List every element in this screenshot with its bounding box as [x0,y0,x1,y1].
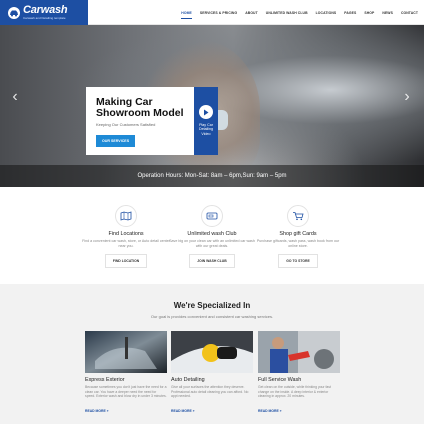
nav-unlimited-wash-club[interactable]: UNLIMITED WASH CLUB [266,8,308,18]
nav-home[interactable]: HOME [181,8,192,19]
operation-hours: Operation Hours: Mon-Sat: 8am – 6pm,Sun:… [137,173,287,179]
header: Carwash Carwash and Detailing template H… [0,0,424,25]
chevron-right-icon[interactable]: › [402,87,412,107]
nav-contact[interactable]: CONTACT [401,8,418,18]
service-desc: Because sometimes you don't just have th… [85,385,167,399]
hero-subtitle: Keeping Our Customers Satisfied [96,122,156,128]
service-image[interactable] [85,331,167,373]
nav-locations[interactable]: LOCATIONS [316,8,337,18]
service-image[interactable] [171,331,253,373]
chevron-left-icon[interactable]: ‹ [10,87,20,107]
operation-hours-bar: Operation Hours: Mon-Sat: 8am – 6pm,Sun:… [0,165,424,187]
service-desc: Get clean on the outside, while thinking… [258,385,331,399]
nav-pages[interactable]: PAGES [344,8,356,18]
join-wash-club-button[interactable]: JOIN WASH CLUB [189,253,235,268]
play-video-panel[interactable]: Play Car Detailing Video [194,87,218,155]
wash-card-icon [201,205,223,227]
cart-icon [287,205,309,227]
section-title: We're Specialized In [173,301,251,310]
brand-name: Carwash [23,4,68,16]
hero-title: Making Car Showroom Model [96,96,184,120]
find-location-button[interactable]: FIND LOCATION [104,253,148,268]
service-title: Full Service Wash [258,377,302,383]
nav-about[interactable]: ABOUT [245,8,258,18]
section-subtitle: Our goal is provides convenient and cons… [150,314,274,319]
read-more-link[interactable]: READ MORE » [85,409,109,413]
brand-tagline: Carwash and Detailing template [23,16,66,20]
nav-services-pricing[interactable]: SERVICES & PRICING [200,8,237,18]
logo[interactable]: Carwash Carwash and Detailing template [0,0,88,25]
service-image[interactable] [258,331,340,373]
nav-news[interactable]: NEWS [382,8,393,18]
feature-title: Shop gift Cards [279,231,317,237]
go-to-store-button[interactable]: GO TO STORE [278,253,318,268]
features-section: Find Locations Find a convenient car was… [0,187,424,284]
service-title: Auto Detailing [171,377,205,383]
play-icon[interactable] [199,105,213,119]
car-logo-icon [8,6,20,19]
service-title: Express Exterior [85,377,125,383]
map-icon [115,205,137,227]
feature-desc: Purchase giftcards, wash pass, wash book… [256,239,340,248]
service-desc: Give all your surfaces the attention the… [171,385,249,399]
read-more-link[interactable]: READ MORE » [171,409,195,413]
service-full-service-wash: Full Service Wash Get clean on the outsi… [258,331,340,417]
specialized-section: We're Specialized In Our goal is provide… [0,284,424,424]
main-nav: HOME SERVICES & PRICING ABOUT UNLIMITED … [173,0,418,25]
read-more-link[interactable]: READ MORE » [258,409,282,413]
service-auto-detailing: Auto Detailing Give all your surfaces th… [171,331,253,417]
nav-shop[interactable]: SHOP [364,8,374,18]
hero-slider: ‹ › Making Car Showroom Model Keeping Ou… [0,25,424,187]
hero-card: Making Car Showroom Model Keeping Our Cu… [86,87,194,155]
hero-title-line2: Showroom Model [96,107,184,120]
play-video-label: Play Car Detailing Video [199,123,213,136]
our-services-button[interactable]: OUR SERVICES [96,135,136,148]
feature-gift-cards: Shop gift Cards Purchase giftcards, wash… [243,205,353,268]
service-express-exterior: Express Exterior Because sometimes you d… [85,331,167,417]
